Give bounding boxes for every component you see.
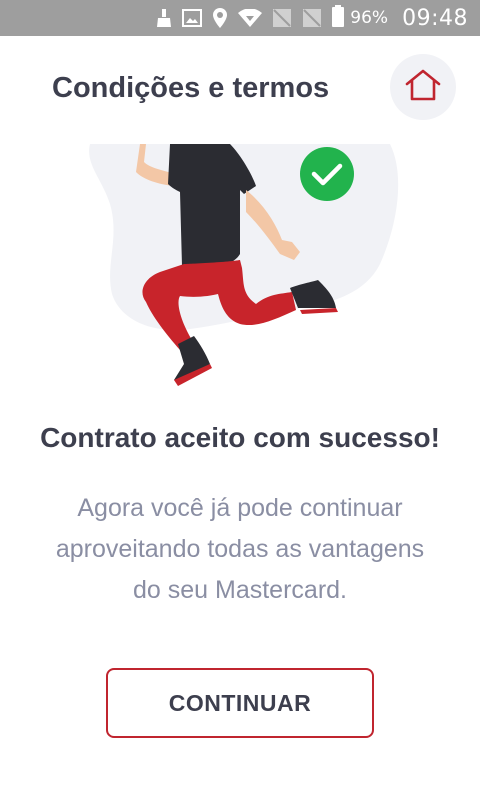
success-description: Agora você já pode continuar aproveitand… — [55, 494, 425, 604]
success-title: Contrato aceito com sucesso! — [40, 422, 440, 453]
home-icon — [404, 68, 442, 107]
wifi-icon — [238, 9, 263, 27]
header: Condições e termos — [0, 36, 480, 144]
page-title: Condições e termos — [52, 72, 330, 104]
check-circle-icon — [300, 147, 354, 201]
image-icon — [182, 9, 203, 27]
status-time: 09:48 — [402, 5, 468, 31]
home-button[interactable] — [390, 54, 456, 120]
battery-icon — [332, 5, 345, 31]
no-sim-icon — [272, 8, 292, 28]
battery-percent: 96% — [350, 8, 389, 28]
continue-button[interactable]: CONTINUAR — [106, 668, 374, 738]
location-icon — [212, 8, 228, 28]
success-illustration — [80, 144, 410, 394]
no-sim-icon — [302, 8, 322, 28]
cleaner-icon — [156, 9, 172, 27]
battery-indicator: 96% — [332, 5, 388, 31]
status-icons — [156, 8, 322, 28]
status-bar: 96% 09:48 — [0, 0, 480, 36]
